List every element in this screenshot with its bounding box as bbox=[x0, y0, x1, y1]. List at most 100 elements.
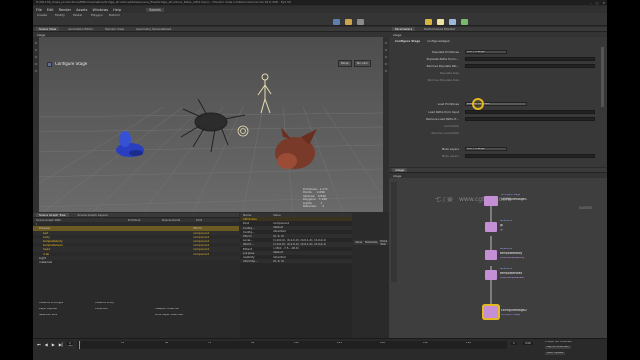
remove-populate-input[interactable] bbox=[465, 64, 595, 68]
menu-windows[interactable]: Windows bbox=[93, 8, 109, 12]
start-frame-field[interactable]: 1 bbox=[511, 342, 517, 345]
tab-parameters[interactable]: Parameters bbox=[392, 27, 416, 31]
col-descendants[interactable]: Descendants bbox=[162, 218, 196, 222]
frame-tick: 216 bbox=[466, 342, 471, 344]
shelf-tab-polygon[interactable]: Polygon bbox=[91, 14, 103, 18]
close-button[interactable]: ✕ bbox=[602, 1, 605, 5]
menu-file[interactable]: File bbox=[36, 8, 42, 12]
area-light-icon[interactable] bbox=[449, 19, 456, 25]
col-value[interactable]: Value bbox=[273, 213, 281, 217]
scale-tool-icon[interactable] bbox=[34, 62, 38, 66]
frame-tick: 24 bbox=[121, 342, 125, 344]
attr-name: xformOp... bbox=[243, 259, 258, 264]
maximize-button[interactable]: □ bbox=[596, 1, 599, 5]
col-metadata[interactable]: Metadata bbox=[365, 241, 377, 244]
parameter-scrollbar[interactable] bbox=[601, 47, 604, 107]
shelf-tab-modify[interactable]: Modify bbox=[55, 14, 65, 18]
viewport-node-label: Configure Stage bbox=[55, 62, 88, 66]
tab-scene-graph-layers[interactable]: Scene Graph Layers bbox=[75, 213, 111, 217]
playhead[interactable] bbox=[79, 341, 80, 349]
shelf-tab-create[interactable]: Create bbox=[37, 14, 47, 18]
populate-paths-input[interactable] bbox=[465, 57, 595, 61]
remove-load-paths-input[interactable] bbox=[465, 117, 595, 121]
menu-assets[interactable]: Assets bbox=[76, 8, 87, 12]
tab-performance-monitor[interactable]: Performance Monitor bbox=[421, 27, 458, 31]
no-cam-menu[interactable]: No cam bbox=[354, 60, 371, 67]
table-row[interactable]: crab component bbox=[33, 252, 239, 256]
pig-head-model[interactable] bbox=[275, 127, 317, 169]
col-kind[interactable]: Kind bbox=[196, 218, 202, 222]
row-kind: component bbox=[193, 251, 209, 256]
move-tool-icon[interactable] bbox=[34, 48, 38, 52]
menu-render[interactable]: Render bbox=[59, 8, 71, 12]
param-label: Populate Rule bbox=[439, 72, 459, 75]
menu-help[interactable]: Help bbox=[113, 8, 121, 12]
rotate-tool-icon[interactable] bbox=[34, 55, 38, 59]
menu-edit[interactable]: Edit bbox=[47, 8, 54, 12]
attr-value: inherited bbox=[273, 230, 286, 234]
tab-network-stage[interactable]: /stage bbox=[392, 168, 408, 172]
play-icon[interactable]: ▶ bbox=[52, 342, 55, 347]
network-editor[interactable]: Solaris 七了要 www.cgtown.com Configure Sta… bbox=[389, 178, 607, 338]
auto-update-dropdown[interactable]: Auto Update bbox=[545, 352, 566, 355]
shelf-tab-model[interactable]: Model bbox=[73, 14, 82, 18]
col-extra-value[interactable]: Value bbox=[355, 241, 362, 244]
cursor-highlight bbox=[472, 98, 484, 110]
populate-primitives-dropdown[interactable]: Don't change bbox=[465, 50, 507, 54]
node-name-field[interactable]: configurestage2 bbox=[427, 40, 450, 43]
shading-icon[interactable] bbox=[384, 62, 388, 66]
point-light-icon[interactable] bbox=[425, 19, 432, 25]
load-paths-input-field[interactable] bbox=[465, 110, 595, 114]
wireframe-icon[interactable] bbox=[384, 69, 388, 73]
tab-geometry-spreadsheet[interactable]: Geometry Spreadsheet bbox=[133, 27, 174, 31]
template-head-model[interactable] bbox=[237, 125, 249, 137]
display-options-icon[interactable] bbox=[384, 41, 388, 45]
node-sub: Reference bbox=[500, 220, 513, 222]
snapshot-icon[interactable] bbox=[384, 48, 388, 52]
shelf-tab-deform[interactable]: Deform bbox=[109, 14, 120, 18]
blue-bird-model[interactable] bbox=[116, 131, 144, 157]
legend-selection-rule: Selection Rule bbox=[39, 314, 58, 316]
jump-start-icon[interactable]: ⏮ bbox=[37, 342, 41, 347]
camera-tool-icon[interactable] bbox=[333, 19, 340, 25]
frame-tick: 192 bbox=[423, 342, 428, 344]
node-configurestage2[interactable] bbox=[484, 306, 498, 318]
camera-menu[interactable]: Persp bbox=[338, 60, 352, 67]
frame-tick: 120 bbox=[294, 342, 299, 344]
timeline-bar[interactable]: 1 24 48 72 96 120 144 168 192 216 bbox=[77, 341, 507, 349]
step-back-icon[interactable]: ◀ bbox=[45, 342, 48, 347]
dome-light-icon[interactable] bbox=[461, 19, 468, 25]
spot-light-icon[interactable] bbox=[437, 19, 444, 25]
tab-animation-editor[interactable]: Animation Editor bbox=[65, 27, 96, 31]
tab-render-view[interactable]: Render View bbox=[102, 27, 127, 31]
node-configurestage1[interactable] bbox=[484, 196, 498, 206]
desktop-select[interactable]: Solaris bbox=[146, 7, 164, 12]
col-primitive[interactable]: Primitive bbox=[128, 218, 162, 222]
view-tool-icon[interactable] bbox=[34, 69, 38, 73]
node-gl[interactable] bbox=[485, 222, 497, 232]
geo-tool-icon[interactable] bbox=[357, 19, 364, 25]
crab-model[interactable] bbox=[180, 98, 246, 153]
template-body-model[interactable] bbox=[257, 73, 272, 114]
end-frame-field[interactable]: 240 bbox=[523, 342, 533, 345]
node-title: gl bbox=[500, 224, 503, 227]
current-frame-field[interactable]: 1 bbox=[67, 342, 73, 345]
step-forward-icon[interactable]: ▶▏ bbox=[59, 342, 65, 347]
param-label: Remove Populate Pat... bbox=[426, 65, 459, 68]
node-templatehead[interactable] bbox=[485, 270, 497, 280]
select-tool-icon[interactable] bbox=[34, 41, 38, 45]
tab-scene-view[interactable]: Scene View bbox=[36, 27, 60, 31]
mute-layers-dropdown[interactable]: Don't change bbox=[465, 147, 507, 151]
param-label: Remove Load Paths bbox=[431, 132, 459, 135]
table-row[interactable]: materials bbox=[33, 260, 239, 264]
key-all-channels-button[interactable]: Key All Channels bbox=[545, 346, 571, 349]
network-wires bbox=[490, 206, 492, 310]
node-templatebody[interactable] bbox=[485, 250, 497, 260]
col-path[interactable]: Scene Graph Path bbox=[36, 218, 128, 222]
param-label: Load Paths from Input bbox=[428, 111, 459, 114]
light-tool-icon[interactable] bbox=[345, 19, 352, 25]
lighting-icon[interactable] bbox=[384, 55, 388, 59]
minimize-button[interactable]: – bbox=[590, 1, 592, 5]
tab-scene-graph-tree[interactable]: Scene Graph Tree bbox=[36, 213, 69, 217]
mute-layers-input[interactable] bbox=[465, 154, 595, 158]
